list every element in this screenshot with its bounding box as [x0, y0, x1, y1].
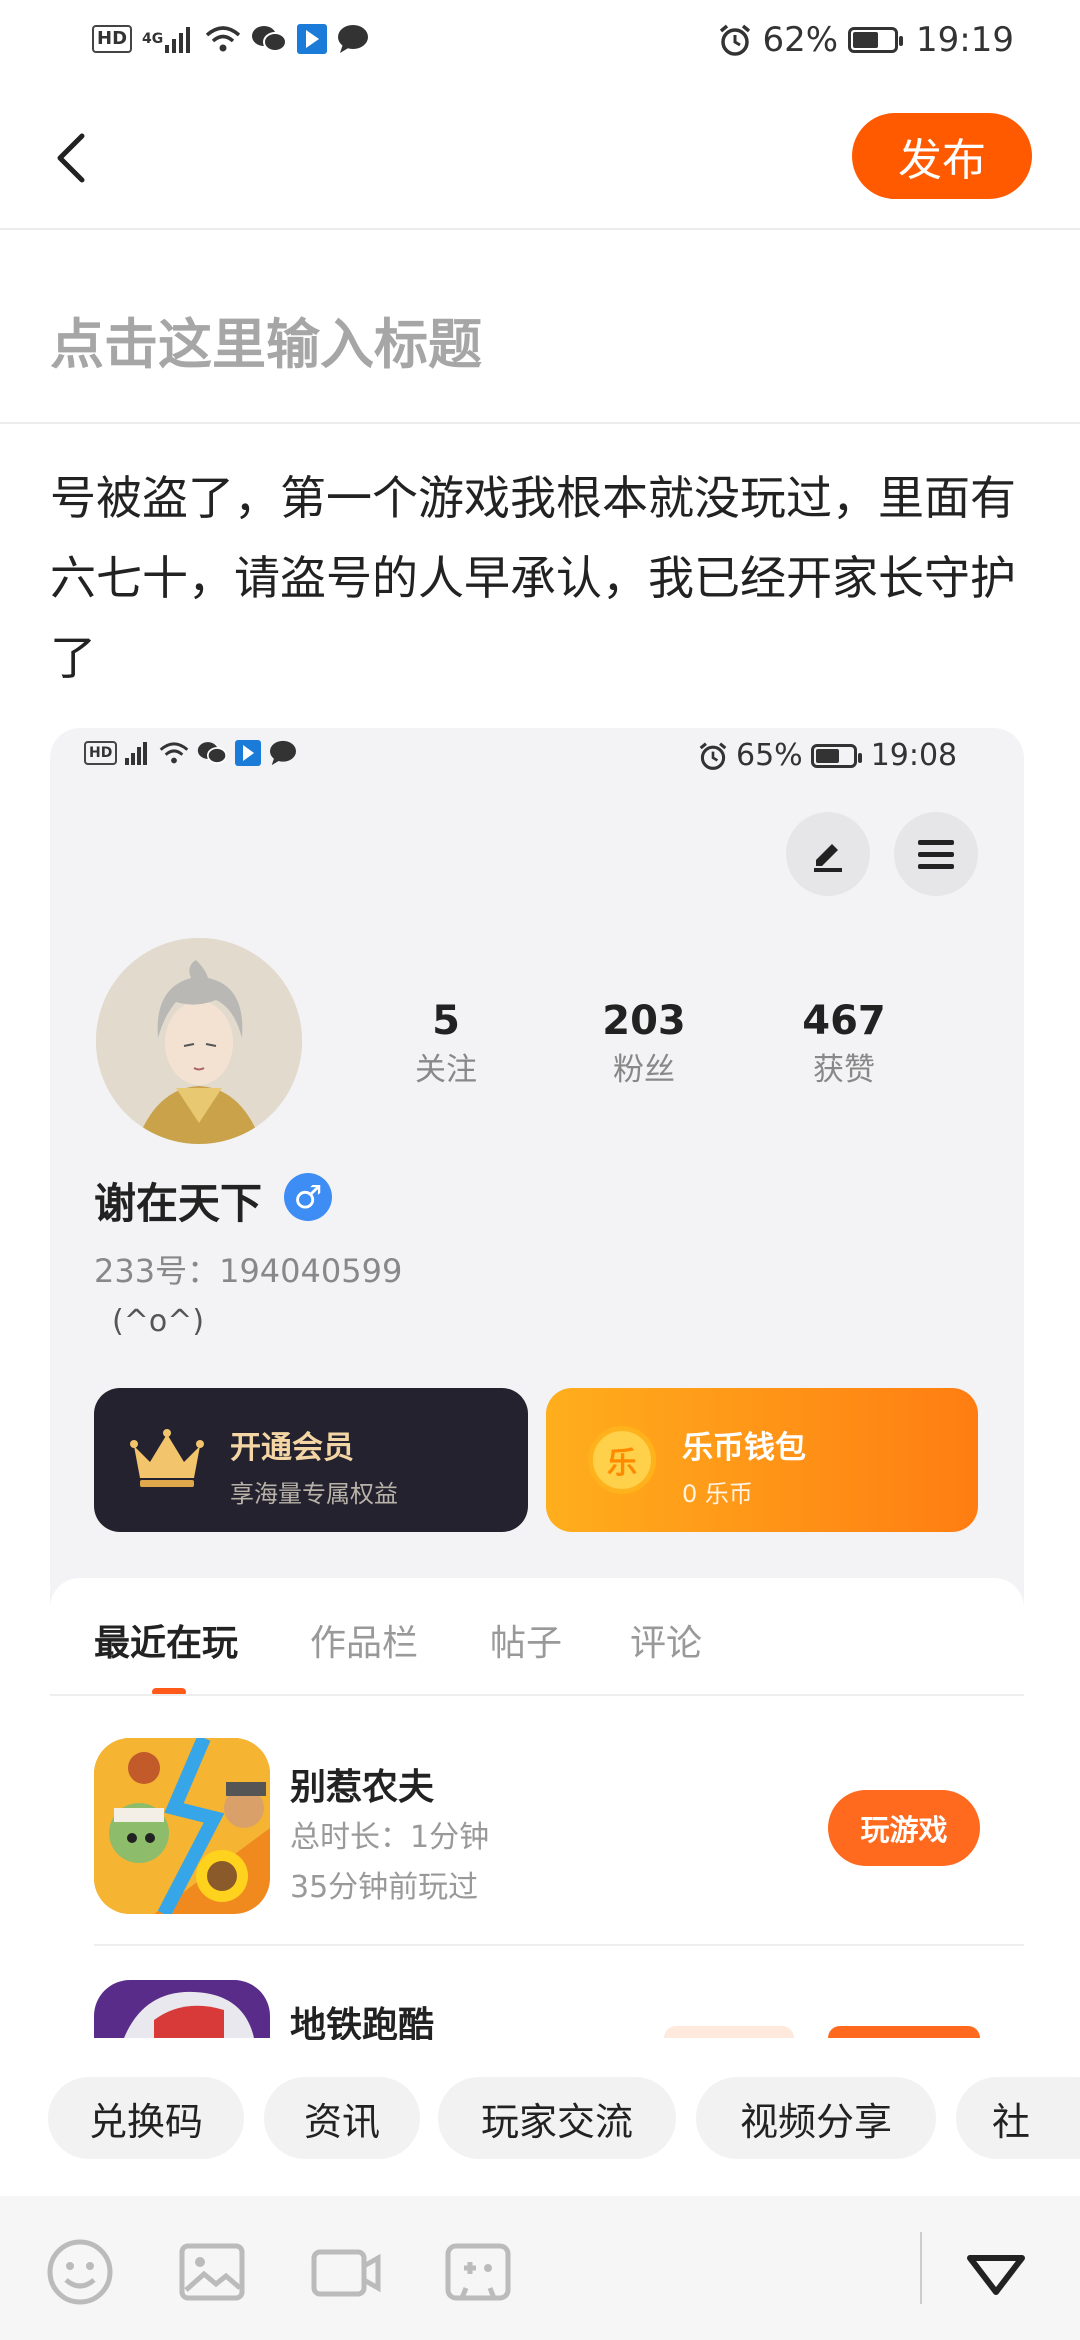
likes-count: 467 [802, 998, 886, 1044]
username: 谢在天下 [94, 1179, 263, 1228]
alarm-icon [718, 23, 752, 57]
status-left-icons: HD 4G [92, 24, 369, 54]
vip-subtitle: 享海量专属权益 [230, 1480, 398, 1508]
video-button[interactable] [310, 2238, 381, 2306]
emoji-icon [47, 2239, 113, 2305]
header-divider [0, 228, 1080, 230]
collapse-toolbar-button[interactable] [962, 2238, 1030, 2306]
game-icon [445, 2243, 511, 2301]
back-button[interactable] [52, 128, 92, 188]
inner-status-left: HD [84, 740, 297, 766]
alarm-icon [698, 741, 728, 771]
crown-icon [130, 1429, 204, 1487]
tab-posts[interactable]: 帖子 [490, 1614, 562, 1666]
battery-icon [810, 743, 862, 768]
pen-icon [814, 844, 842, 872]
wallet-card[interactable]: 乐 乐币钱包 0 乐币 [546, 1388, 978, 1532]
vip-membership-card[interactable]: 开通会员 享海量专属权益 [94, 1388, 528, 1532]
app-notification-icon [235, 740, 262, 766]
tag-redeem-code[interactable]: 兑换码 [48, 2077, 244, 2159]
back-arrow-icon [57, 133, 85, 183]
game-icon-plants-zombies[interactable] [94, 1738, 270, 1914]
image-button[interactable] [178, 2238, 246, 2306]
wechat-icon [251, 24, 288, 54]
wifi-icon [159, 741, 189, 765]
wallet-title: 乐币钱包 [682, 1430, 806, 1466]
wifi-icon [205, 25, 241, 53]
vip-title: 开通会员 [230, 1430, 354, 1466]
game-artwork [94, 1738, 270, 1914]
battery-icon [848, 27, 904, 53]
4g-signal-icon [125, 741, 151, 765]
tag-community[interactable]: 社 [956, 2077, 1080, 2159]
4g-signal-icon: 4G [142, 25, 195, 53]
hd-icon: HD [92, 25, 133, 53]
tab-works[interactable]: 作品栏 [310, 1614, 418, 1666]
following-count: 5 [432, 998, 460, 1044]
signature: (^o^) [112, 1304, 205, 1339]
tag-news[interactable]: 资讯 [264, 2077, 420, 2159]
likes-label: 获赞 [813, 1052, 875, 1088]
app-notification-icon [297, 24, 328, 54]
game-last-played: 35分钟前玩过 [290, 1870, 479, 1905]
hamburger-menu-icon [918, 840, 954, 869]
avatar[interactable] [96, 938, 302, 1144]
tab-recently-played[interactable]: 最近在玩 [94, 1614, 238, 1666]
inner-battery-percent: 65% [736, 738, 803, 773]
stat-likes[interactable]: 467 获赞 [764, 998, 924, 1089]
tag-video-share[interactable]: 视频分享 [696, 2077, 936, 2159]
body-text-editor[interactable]: 号被盗了，第一个游戏我根本就没玩过，里面有六七十，请盗号的人早承认，我已经开家长… [50, 458, 1030, 698]
toolbar-separator [920, 2232, 922, 2304]
partial-button [664, 2026, 794, 2038]
hd-icon: HD [84, 741, 118, 765]
image-icon [179, 2243, 245, 2301]
emoji-button[interactable] [46, 2238, 114, 2306]
wechat-icon [197, 740, 228, 766]
wallet-balance: 0 乐币 [682, 1480, 753, 1508]
tab-comments[interactable]: 评论 [630, 1614, 702, 1666]
menu-button[interactable] [894, 812, 978, 896]
message-icon [337, 24, 369, 54]
stat-followers[interactable]: 203 粉丝 [564, 998, 724, 1089]
title-input[interactable]: 点击这里输入标题 [50, 300, 482, 379]
following-label: 关注 [415, 1052, 477, 1088]
followers-count: 203 [602, 998, 686, 1044]
status-bar: HD 4G 62% 19:19 [0, 0, 1080, 86]
publish-button[interactable]: 发布 [852, 113, 1032, 199]
inner-clock: 19:08 [870, 738, 958, 773]
title-divider [0, 422, 1080, 424]
user-id: 233号：194040599 [94, 1252, 403, 1290]
stat-following[interactable]: 5 关注 [366, 998, 526, 1089]
inner-status-right: 65% 19:08 [698, 738, 957, 773]
tabs-divider [50, 1694, 1024, 1696]
clock: 19:19 [916, 20, 1014, 60]
edit-profile-button[interactable] [786, 812, 870, 896]
battery-level [853, 32, 879, 48]
tag-player-exchange[interactable]: 玩家交流 [438, 2077, 676, 2159]
game-button[interactable] [444, 2238, 512, 2306]
video-icon [311, 2249, 381, 2297]
partial-play-button [828, 2026, 980, 2038]
game-play-duration: 总时长：1分钟 [290, 1820, 490, 1855]
message-icon [269, 740, 297, 766]
followers-label: 粉丝 [613, 1052, 675, 1088]
topic-tag-bar: 兑换码 资讯 玩家交流 视频分享 社 [0, 2040, 1080, 2196]
inner-battery-level [815, 748, 839, 763]
game-divider [94, 1944, 1024, 1946]
game-artwork [94, 1980, 270, 2038]
editor-toolbar [0, 2196, 1080, 2340]
game-icon-subway-surfers[interactable] [94, 1980, 270, 2038]
battery-percent: 62% [762, 20, 839, 60]
game-name: 别惹农夫 [290, 1767, 435, 1808]
male-gender-icon: ♂ [284, 1173, 332, 1221]
coin-icon: 乐 [588, 1426, 656, 1494]
avatar-illustration [96, 938, 302, 1144]
status-right-icons: 62% 19:19 [718, 20, 1014, 60]
collapse-icon [967, 2255, 1025, 2295]
play-game-button[interactable]: 玩游戏 [828, 1790, 980, 1866]
